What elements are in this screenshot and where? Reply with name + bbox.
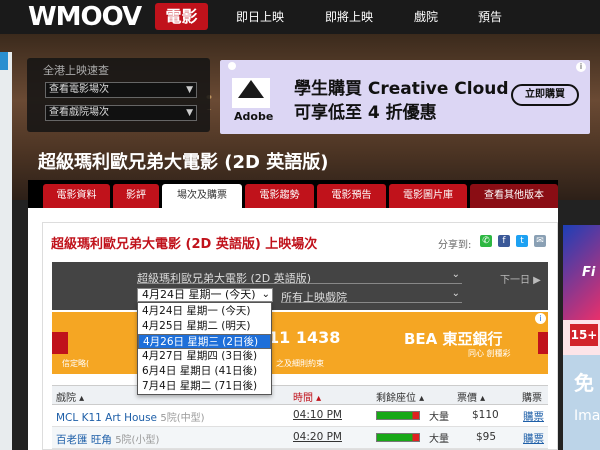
right-ad-brand: Fi bbox=[582, 265, 596, 280]
cinema-name[interactable]: MCL K11 Art House bbox=[56, 412, 157, 424]
whatsapp-icon[interactable]: ✆ bbox=[480, 235, 492, 247]
tab-movie-info[interactable]: 電影資料 bbox=[43, 184, 110, 208]
bea-tagline: 同心 創種彩 bbox=[468, 349, 511, 358]
showtime-link[interactable]: 04:10 PM bbox=[293, 409, 342, 421]
ad-info-icon[interactable]: i bbox=[576, 62, 586, 72]
showtime-link[interactable]: 04:20 PM bbox=[293, 431, 342, 443]
date-option[interactable]: 7月4日 星期二 (71日後) bbox=[138, 379, 271, 394]
header-price[interactable]: 票價 ▴ bbox=[457, 389, 485, 404]
cinema-showtime-select-label: 查看戲院場次 bbox=[49, 107, 109, 118]
cinema-name[interactable]: 百老匯 旺角 bbox=[56, 434, 112, 446]
header-time[interactable]: 時間 ▴ bbox=[293, 389, 321, 404]
ad-headline: 學生購買 Creative Cloud bbox=[294, 79, 509, 99]
nav-trailers[interactable]: 預告 bbox=[478, 8, 502, 25]
site-logo[interactable]: WMOOV bbox=[28, 2, 142, 32]
cinema-filter-select[interactable]: 所有上映戲院 ⌄ bbox=[281, 288, 462, 304]
tab-gallery[interactable]: 電影圖片庫 bbox=[389, 184, 467, 208]
seat-availability-label: 大量 bbox=[429, 412, 449, 423]
facebook-icon[interactable]: f bbox=[498, 235, 510, 247]
ad-buy-button[interactable]: 立即購買 bbox=[511, 84, 579, 106]
tab-reviews[interactable]: 影評 bbox=[113, 184, 159, 208]
chevron-down-icon: ⌄ bbox=[451, 288, 460, 299]
share-label: 分享到: bbox=[438, 240, 472, 251]
quick-search-box: 全港上映速查 查看電影場次 ▼ 查看戲院場次 ▼ bbox=[27, 58, 210, 132]
bea-note-left: 信定略( bbox=[62, 359, 90, 368]
buy-ticket-link[interactable]: 購票 bbox=[523, 431, 544, 446]
ad-subheadline: 可享低至 4 折優惠 bbox=[294, 103, 437, 123]
tab-showtimes-tickets[interactable]: 場次及購票 bbox=[162, 184, 242, 208]
adobe-logo-icon bbox=[232, 78, 270, 108]
email-icon[interactable]: ✉ bbox=[534, 235, 546, 247]
seat-availability-label: 大量 bbox=[429, 434, 449, 445]
cinema-showtime-select[interactable]: 查看戲院場次 ▼ bbox=[45, 105, 197, 121]
hall-name: 5院(中型) bbox=[160, 413, 205, 424]
next-day-link[interactable]: 下一日 ▶ bbox=[500, 271, 541, 286]
ad-shield-icon bbox=[228, 62, 236, 70]
chevron-down-icon: ⌄ bbox=[451, 269, 460, 280]
date-option[interactable]: 4月27日 星期四 (3日後) bbox=[138, 349, 271, 364]
ticket-price: $110 bbox=[472, 409, 499, 421]
bea-ad-right-block bbox=[538, 332, 548, 354]
chevron-down-icon: ⌄ bbox=[261, 289, 270, 300]
header-cinema[interactable]: 戲院 ▴ bbox=[56, 389, 84, 404]
adobe-ad-banner[interactable]: Adobe 學生購買 Creative Cloud 可享低至 4 折優惠 立即購… bbox=[220, 60, 590, 134]
right-ad-text: 免 bbox=[574, 371, 594, 395]
film-select[interactable]: 超級瑪利歐兄弟大電影 (2D 英語版) ⌄ bbox=[137, 269, 462, 285]
left-side-ad[interactable] bbox=[0, 52, 12, 450]
film-select-label: 超級瑪利歐兄弟大電影 (2D 英語版) bbox=[137, 272, 312, 285]
header-seats[interactable]: 剩餘座位 ▴ bbox=[376, 389, 424, 404]
logo-movie-badge[interactable]: 電影 bbox=[155, 3, 208, 30]
header-buy: 購票 bbox=[522, 393, 542, 404]
right-ad-rating-badge: 15+ bbox=[570, 324, 598, 346]
date-select-label: 4月24日 星期一 (今天) bbox=[142, 288, 256, 301]
buy-ticket-link[interactable]: 購票 bbox=[523, 409, 544, 424]
date-option[interactable]: 4月24日 星期一 (今天) bbox=[138, 304, 271, 319]
showtimes-title: 超級瑪利歐兄弟大電影 (2D 英語版) 上映場次 bbox=[51, 237, 318, 252]
page-title: 超級瑪利歐兄弟大電影 (2D 英語版) bbox=[38, 152, 329, 173]
hall-name: 5院(小型) bbox=[115, 435, 160, 446]
date-option[interactable]: 6月4日 星期日 (41日後) bbox=[138, 364, 271, 379]
tab-other-versions[interactable]: 查看其他版本 bbox=[470, 184, 558, 208]
right-ad-text-2: Ima bbox=[574, 408, 600, 424]
movie-showtime-select[interactable]: 查看電影場次 ▼ bbox=[45, 82, 197, 98]
bea-note-right: 之及細則約束 bbox=[276, 359, 324, 368]
left-side-ad-accent bbox=[0, 52, 8, 70]
ad-info-icon[interactable]: i bbox=[535, 313, 546, 324]
ticket-price: $95 bbox=[476, 431, 497, 443]
movie-showtime-select-label: 查看電影場次 bbox=[49, 84, 109, 95]
quick-search-title: 全港上映速查 bbox=[43, 64, 109, 77]
date-dropdown-list: 4月24日 星期一 (今天) 4月25日 星期二 (明天) 4月26日 星期三 … bbox=[137, 302, 272, 395]
adobe-brand-name: Adobe bbox=[234, 110, 274, 123]
twitter-icon[interactable]: t bbox=[516, 235, 528, 247]
chevron-down-icon: ▼ bbox=[186, 108, 193, 118]
chevron-down-icon: ▼ bbox=[186, 85, 193, 95]
seat-availability-bar bbox=[376, 433, 420, 442]
table-row-cinema[interactable]: MCL K11 Art House 5院(中型) bbox=[56, 409, 205, 424]
date-option-selected[interactable]: 4月26日 星期三 (2日後) bbox=[138, 334, 271, 349]
bea-ad-left-block bbox=[52, 332, 68, 354]
nav-coming-soon[interactable]: 即將上映 bbox=[325, 8, 373, 25]
cinema-filter-label: 所有上映戲院 bbox=[281, 291, 347, 304]
tab-movie-trend[interactable]: 電影趨勢 bbox=[245, 184, 314, 208]
date-option[interactable]: 4月25日 星期二 (明天) bbox=[138, 319, 271, 334]
nav-cinemas[interactable]: 戲院 bbox=[414, 8, 438, 25]
tab-trailers[interactable]: 電影預告 bbox=[317, 184, 386, 208]
table-row-cinema[interactable]: 百老匯 旺角 5院(小型) bbox=[56, 431, 159, 447]
date-select[interactable]: 4月24日 星期一 (今天) ⌄ bbox=[137, 288, 273, 302]
bea-logo: BEA 東亞銀行 bbox=[404, 330, 503, 348]
nav-now-showing[interactable]: 即日上映 bbox=[236, 8, 284, 25]
seat-availability-bar bbox=[376, 411, 420, 420]
bea-ad-number: 11 1438 bbox=[268, 328, 341, 347]
